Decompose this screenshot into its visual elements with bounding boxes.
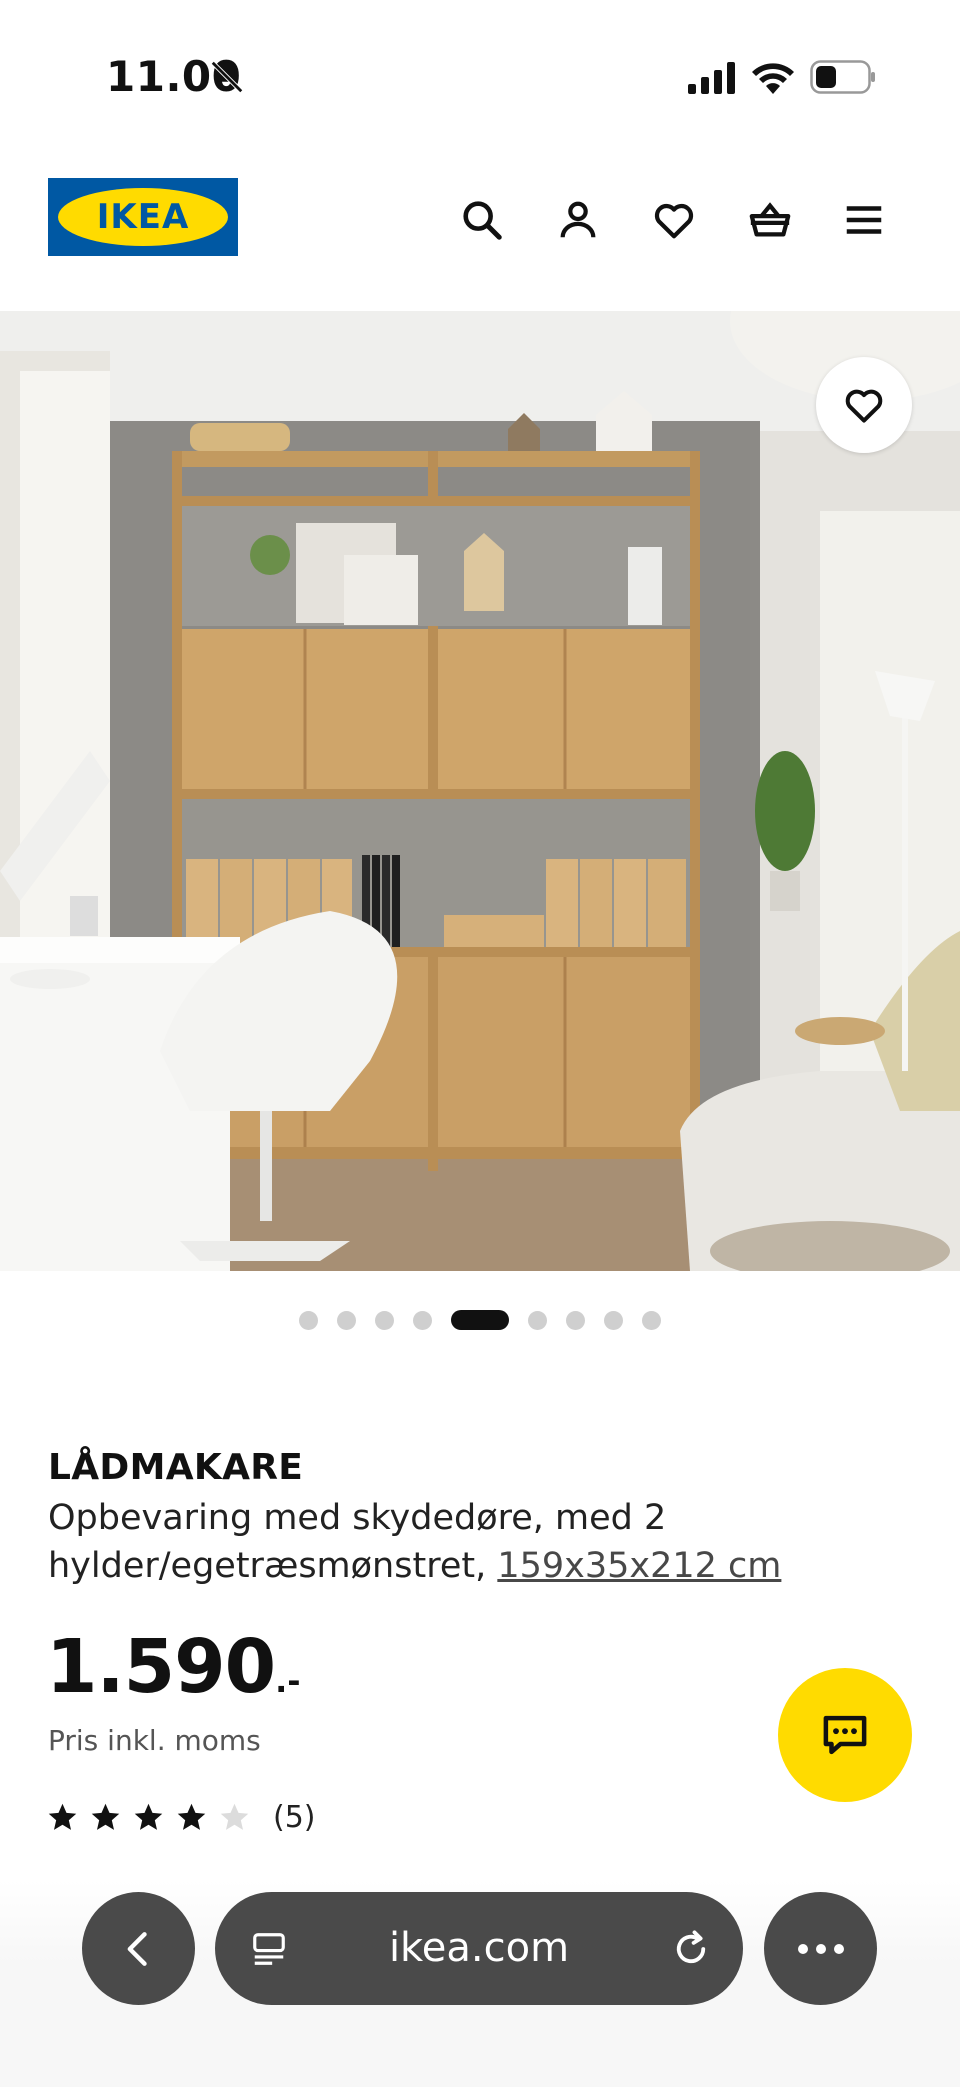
- back-chevron-icon: [127, 1931, 147, 1966]
- review-count: (5): [273, 1800, 316, 1835]
- site-header: IKEA: [0, 160, 960, 310]
- carousel-dot[interactable]: [337, 1310, 356, 1330]
- star-filled-icon: [134, 1803, 163, 1830]
- search-icon: [463, 201, 502, 240]
- browser-toolbar: ikea.com: [0, 1880, 960, 2087]
- product-name: LÅDMAKARE: [48, 1447, 304, 1488]
- product-price: 1.590.-: [46, 1624, 301, 1710]
- carousel-dot[interactable]: [642, 1310, 661, 1330]
- product-rating[interactable]: (5): [46, 1800, 316, 1835]
- carousel-dot[interactable]: [566, 1310, 585, 1330]
- carousel-pagination: [0, 1308, 960, 1332]
- browser-more-button[interactable]: [764, 1892, 877, 2005]
- carousel-dot[interactable]: [528, 1310, 547, 1330]
- ikea-logo[interactable]: IKEA: [48, 178, 238, 256]
- carousel-dot[interactable]: [604, 1310, 623, 1330]
- menu-button[interactable]: [838, 194, 890, 246]
- logo-text: IKEA: [96, 197, 190, 237]
- heart-icon: [845, 389, 883, 423]
- logo-oval: IKEA: [58, 188, 228, 246]
- account-icon: [560, 201, 596, 238]
- star-filled-icon: [177, 1803, 206, 1830]
- product-description: Opbevaring med skydedøre, med 2 hylder/e…: [48, 1494, 868, 1590]
- carousel-dot[interactable]: [375, 1310, 394, 1330]
- cellular-signal-icon: [688, 62, 735, 94]
- account-button[interactable]: [552, 194, 604, 246]
- product-image[interactable]: [0, 311, 960, 1271]
- carousel-dot[interactable]: [413, 1310, 432, 1330]
- price-vat-note: Pris inkl. moms: [48, 1724, 261, 1757]
- status-bar: 11.00: [0, 0, 960, 150]
- star-filled-icon: [91, 1803, 120, 1830]
- shopping-basket-icon: [749, 202, 791, 237]
- star-empty-icon: [220, 1803, 249, 1830]
- carousel-dot-active[interactable]: [451, 1310, 509, 1330]
- search-button[interactable]: [456, 194, 508, 246]
- basket-button[interactable]: [744, 194, 796, 246]
- chat-bubble-icon: [823, 1715, 867, 1755]
- browser-address-bar[interactable]: ikea.com: [215, 1892, 743, 2005]
- browser-url: ikea.com: [388, 1925, 570, 1971]
- browser-back-button[interactable]: [82, 1892, 195, 2005]
- carousel-dot[interactable]: [299, 1310, 318, 1330]
- favourites-button[interactable]: [648, 194, 700, 246]
- save-favourite-button[interactable]: [816, 357, 912, 453]
- battery-icon: [810, 60, 875, 94]
- product-dimensions-link[interactable]: 159x35x212 cm: [497, 1546, 781, 1586]
- chat-button[interactable]: [778, 1668, 912, 1802]
- menu-icon: [846, 206, 882, 234]
- heart-icon: [654, 203, 694, 239]
- product-photo: [0, 311, 960, 1271]
- star-filled-icon: [48, 1803, 77, 1830]
- price-suffix: .-: [275, 1662, 301, 1700]
- more-dots-icon: [797, 1943, 844, 1954]
- wifi-icon: [752, 63, 794, 94]
- reload-icon[interactable]: [670, 1928, 712, 1970]
- bell-slash-icon: [211, 61, 243, 93]
- price-value: 1.590: [46, 1624, 276, 1710]
